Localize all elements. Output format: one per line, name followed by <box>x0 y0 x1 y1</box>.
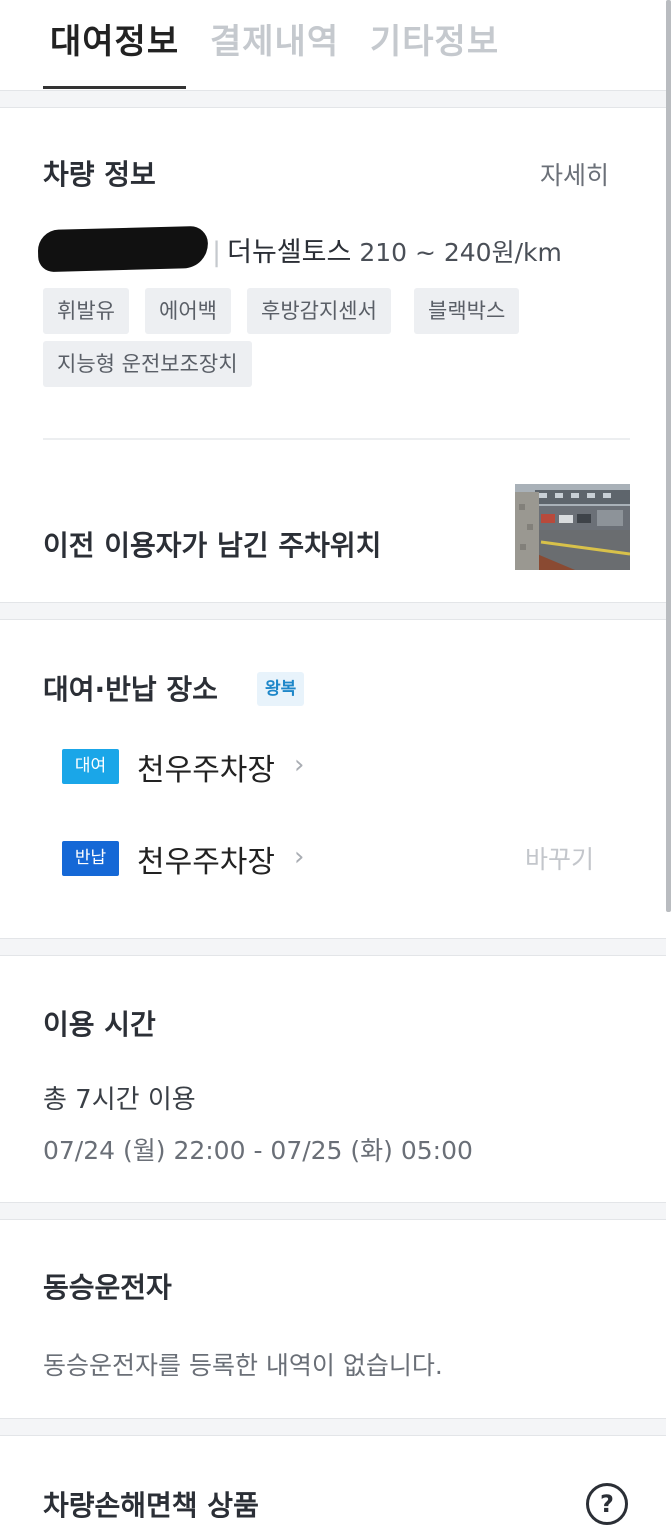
section-divider <box>0 1202 666 1220</box>
tag-adas: 지능형 운전보조장치 <box>43 341 252 387</box>
tag-rear-sensor: 후방감지센서 <box>247 288 391 334</box>
pickup-location-name[interactable]: 천우주차장 <box>137 745 275 789</box>
car-model-line: | 더뉴셀토스 210 ~ 240원/km <box>212 230 562 269</box>
active-tab-indicator <box>43 86 186 89</box>
model-separator: | <box>212 237 222 268</box>
location-title: 대여·반납 장소 <box>43 673 218 706</box>
section-divider <box>0 938 666 956</box>
parking-location-title[interactable]: 이전 이용자가 남긴 주차위치 <box>43 524 381 564</box>
car-price: 210 ~ 240원/km <box>359 238 562 267</box>
tab-other-info[interactable]: 기타정보 <box>370 14 499 63</box>
tab-bar: 대여정보 결제내역 기타정보 <box>0 0 666 91</box>
co-driver-empty-text: 동승운전자를 등록한 내역이 없습니다. <box>43 1351 443 1380</box>
co-driver-title: 동승운전자 <box>43 1271 172 1304</box>
usage-total: 총 7시간 이용 <box>43 1085 196 1115</box>
chevron-right-icon[interactable]: › <box>294 842 304 872</box>
change-return-location-button[interactable]: 바꾸기 <box>525 840 594 876</box>
insurance-title: 차량손해면책 상품 <box>43 1489 259 1522</box>
vehicle-info-title: 차량 정보 <box>43 158 156 191</box>
return-badge: 반납 <box>62 841 119 876</box>
section-divider <box>0 90 666 108</box>
tag-blackbox: 블랙박스 <box>414 288 520 334</box>
tab-rental-info[interactable]: 대여정보 <box>50 14 179 63</box>
chevron-right-icon[interactable]: › <box>294 750 304 780</box>
parking-photo-image <box>515 484 630 570</box>
parking-photo-thumbnail[interactable] <box>515 484 630 570</box>
redacted-plate <box>37 225 209 273</box>
tab-payment-history[interactable]: 결제내역 <box>210 14 339 63</box>
inner-divider <box>43 438 630 440</box>
scrollbar[interactable] <box>666 0 671 912</box>
help-icon[interactable]: ? <box>586 1483 628 1525</box>
section-divider <box>0 1418 666 1436</box>
vehicle-detail-link[interactable]: 자세히 <box>540 156 609 192</box>
pickup-badge: 대여 <box>62 749 119 784</box>
car-model-name: 더뉴셀토스 <box>227 237 352 268</box>
usage-time-title: 이용 시간 <box>43 1008 156 1041</box>
section-divider <box>0 602 666 620</box>
tag-airbag: 에어백 <box>145 288 231 334</box>
usage-range: 07/24 (월) 22:00 - 07/25 (화) 05:00 <box>43 1136 473 1165</box>
return-location-name[interactable]: 천우주차장 <box>137 837 275 881</box>
round-trip-badge: 왕복 <box>257 672 305 706</box>
tag-fuel: 휘발유 <box>43 288 129 334</box>
